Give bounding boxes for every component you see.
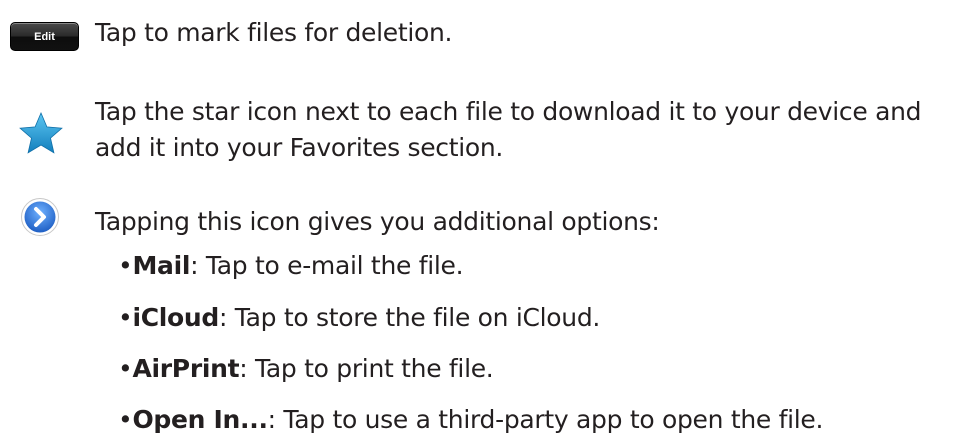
- star-description-line1: Tap the star icon next to each file to d…: [95, 97, 922, 126]
- option-mail: •Mail: Tap to e-mail the file.: [118, 248, 464, 284]
- option-bullet: •: [118, 354, 133, 383]
- edit-button[interactable]: Edit: [10, 22, 79, 51]
- option-bullet: •: [118, 303, 133, 332]
- option-label: AirPrint: [132, 354, 240, 383]
- option-icloud: •iCloud: Tap to store the file on iCloud…: [118, 300, 600, 336]
- star-description-line2: add it into your Favorites section.: [95, 133, 504, 162]
- option-description: : Tap to e-mail the file.: [190, 251, 464, 280]
- option-label: Mail: [132, 251, 191, 280]
- edit-description: Tap to mark files for deletion.: [95, 18, 453, 47]
- star-icon: [19, 111, 63, 154]
- option-label: Open In...: [132, 405, 268, 434]
- option-airprint: •AirPrint: Tap to print the file.: [118, 351, 494, 387]
- option-description: : Tap to print the file.: [239, 354, 494, 383]
- option-bullet: •: [118, 405, 133, 434]
- option-open-in: •Open In...: Tap to use a third-party ap…: [118, 402, 823, 438]
- option-label: iCloud: [132, 303, 220, 332]
- option-bullet: •: [118, 251, 133, 280]
- disclosure-arrow-icon: [21, 198, 59, 236]
- options-intro: Tapping this icon gives you additional o…: [95, 207, 660, 236]
- option-description: : Tap to store the file on iCloud.: [219, 303, 601, 332]
- option-description: : Tap to use a third-party app to open t…: [267, 405, 824, 434]
